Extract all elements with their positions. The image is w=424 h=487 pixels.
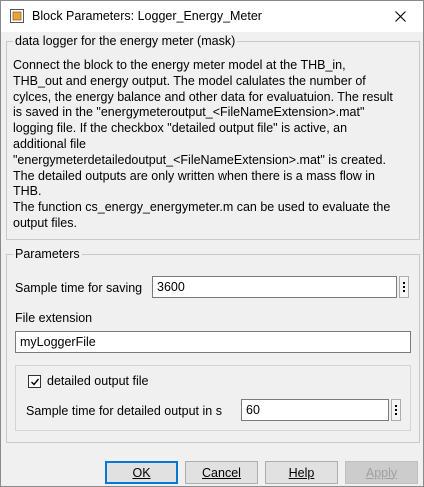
vertical-ellipsis-icon bbox=[395, 405, 397, 407]
detailed-sample-time-label: Sample time for detailed output in s bbox=[26, 404, 222, 418]
description-line: is saved in the "energymeteroutput_<File… bbox=[13, 105, 365, 120]
mask-description-group: data logger for the energy meter (mask) … bbox=[6, 34, 420, 240]
checkmark-icon bbox=[30, 378, 39, 386]
close-button[interactable] bbox=[377, 1, 423, 32]
parameters-group: Parameters Sample time for saving 3600 F… bbox=[6, 247, 420, 443]
mask-title: data logger for the energy meter (mask) bbox=[13, 34, 238, 48]
ok-button[interactable]: OK bbox=[105, 461, 178, 484]
description-line: additional file bbox=[13, 136, 86, 151]
close-icon bbox=[394, 11, 406, 22]
description-line: Connect the block to the energy meter mo… bbox=[13, 58, 346, 72]
file-extension-label: File extension bbox=[15, 311, 93, 325]
description-line: logging file. If the checkbox "detailed … bbox=[13, 121, 348, 136]
apply-button[interactable]: Apply bbox=[345, 461, 418, 484]
description-line: THB. bbox=[13, 184, 42, 199]
description-line: The function cs_energy_energymeter.m can… bbox=[13, 200, 391, 215]
file-extension-input[interactable]: myLoggerFile bbox=[15, 331, 411, 353]
detailed-output-checkbox[interactable] bbox=[28, 375, 41, 388]
help-button[interactable]: Help bbox=[265, 461, 338, 484]
cancel-button[interactable]: Cancel bbox=[185, 461, 258, 484]
description-line: THB_out and energy output. The model cal… bbox=[13, 73, 366, 88]
detailed-sample-time-input[interactable]: 60 bbox=[241, 399, 389, 421]
detailed-output-group: detailed output file Sample time for det… bbox=[15, 365, 411, 431]
title-bar: Block Parameters: Logger_Energy_Meter bbox=[1, 1, 423, 32]
description-line: cylces, the energy balance and other dat… bbox=[13, 89, 393, 104]
block-parameters-dialog: Block Parameters: Logger_Energy_Meter da… bbox=[0, 0, 424, 487]
description-line: output files. bbox=[13, 215, 77, 230]
description-line: "energymeterdetailedoutput_<FileNameExte… bbox=[13, 152, 386, 167]
mask-description: Connect the block to the energy meter mo… bbox=[13, 58, 417, 232]
detailed-output-label[interactable]: detailed output file bbox=[47, 374, 148, 388]
sample-time-menu-button[interactable] bbox=[399, 276, 409, 298]
sample-time-label: Sample time for saving bbox=[15, 281, 143, 295]
sample-time-input[interactable]: 3600 bbox=[152, 276, 397, 298]
window-title: Block Parameters: Logger_Energy_Meter bbox=[32, 9, 262, 23]
simulink-block-icon bbox=[10, 9, 24, 23]
parameters-title: Parameters bbox=[13, 247, 82, 261]
description-line: The detailed outputs are only written wh… bbox=[13, 168, 375, 183]
vertical-ellipsis-icon bbox=[403, 282, 405, 284]
detailed-sample-menu-button[interactable] bbox=[391, 399, 401, 421]
